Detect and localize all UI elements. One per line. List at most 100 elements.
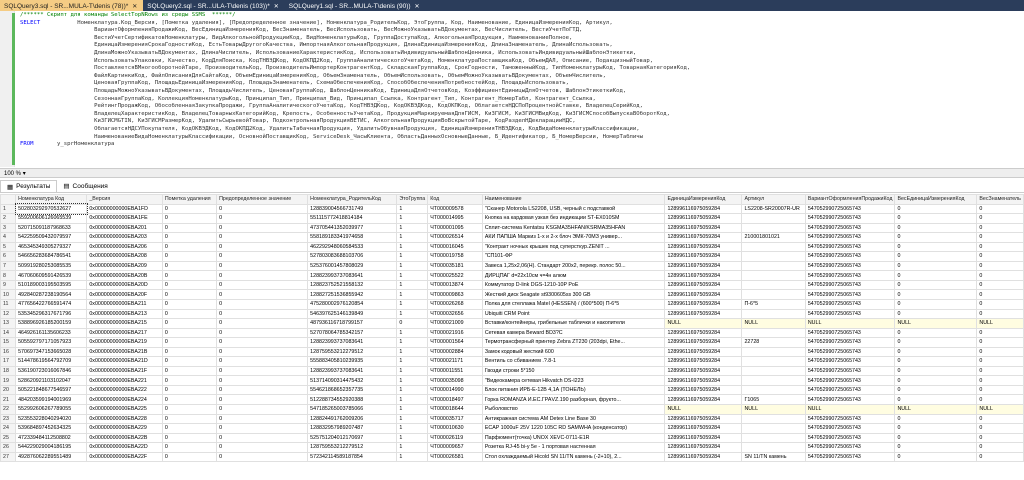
table-cell[interactable]: 0x00000000000EBA20D: [86, 279, 163, 291]
table-cell[interactable]: 0: [396, 318, 429, 329]
table-cell[interactable]: ЧТ000035181: [427, 260, 483, 272]
table-cell[interactable]: 0: [976, 375, 1024, 386]
close-icon[interactable]: ✕: [132, 3, 137, 10]
table-cell[interactable]: 536190723016067846: [15, 365, 88, 377]
table-cell[interactable]: Сетевая камера Beward BD3?C: [481, 327, 666, 339]
table-cell[interactable]: ЧТ000001095: [427, 222, 483, 234]
row-number[interactable]: 25: [0, 432, 17, 444]
table-cell[interactable]: 0: [216, 384, 309, 396]
table-cell[interactable]: NULL: [741, 318, 806, 329]
table-cell[interactable]: NULL: [976, 404, 1024, 415]
table-cell[interactable]: Парфюмент(точка) UNOX XEVC-0711-E1R: [481, 432, 666, 444]
table-cell[interactable]: 0: [161, 346, 218, 358]
table-cell[interactable]: 128996116975059284: [664, 279, 743, 291]
table-cell[interactable]: 1: [396, 327, 429, 339]
table-cell[interactable]: 0x00000000000EBA209: [86, 260, 163, 272]
table-cell[interactable]: 0: [161, 308, 218, 320]
row-number[interactable]: 16: [0, 346, 17, 358]
table-cell[interactable]: [741, 270, 806, 281]
table-cell[interactable]: 0: [161, 270, 218, 281]
row-number[interactable]: 20: [0, 384, 17, 396]
table-row[interactable]: 23 523553228040294020 0x00000000000EBA228 0…: [0, 413, 1024, 425]
table-cell[interactable]: 0: [216, 203, 309, 215]
table-cell[interactable]: NULL: [804, 404, 896, 415]
table-cell[interactable]: 547052990725065743: [804, 442, 896, 453]
table-cell[interactable]: "Контракт ночных крышек под суперсткур.Z…: [481, 241, 666, 253]
table-row[interactable]: 9 510189003195503595 0x00000000000EBA20D 0 0…: [0, 279, 1024, 291]
table-cell[interactable]: 0x00000000000EBA229: [86, 423, 163, 434]
table-cell[interactable]: Вставки/контейнеры, грибельные таблички …: [481, 318, 666, 329]
table-cell[interactable]: 465345349305279327: [15, 241, 88, 253]
table-cell[interactable]: 552992606267789055: [15, 404, 88, 415]
table-cell[interactable]: 0: [976, 299, 1024, 310]
table-cell[interactable]: Жесткий диск Seagate st9300605ss 300 GB: [481, 289, 666, 300]
table-cell[interactable]: 547185265003785066: [307, 404, 398, 415]
table-cell[interactable]: [741, 384, 806, 396]
table-cell[interactable]: 0: [161, 213, 218, 224]
table-cell[interactable]: 0: [894, 251, 978, 262]
table-cell[interactable]: 1: [396, 356, 429, 367]
table-cell[interactable]: Рыболовство: [481, 404, 666, 415]
table-cell[interactable]: 0: [976, 337, 1024, 348]
table-cell[interactable]: 0: [216, 279, 309, 291]
table-cell[interactable]: 0x00000000000EBA22D: [86, 442, 163, 453]
table-cell[interactable]: 523553228040294020: [15, 413, 88, 425]
row-number[interactable]: 10: [0, 289, 17, 300]
table-cell[interactable]: 475280002976120854: [307, 299, 398, 310]
table-cell[interactable]: 0: [216, 213, 309, 224]
table-cell[interactable]: 128996116975059284: [664, 232, 743, 243]
table-cell[interactable]: 0: [976, 222, 1024, 234]
table-cell[interactable]: 128823993737083641: [307, 337, 398, 348]
table-cell[interactable]: 572342114589187854: [307, 451, 398, 463]
column-header[interactable]: ЕдиницаИзмеренияКод: [664, 194, 743, 205]
column-header[interactable]: Наименование: [481, 194, 666, 205]
table-cell[interactable]: 1: [396, 222, 429, 234]
table-cell[interactable]: 0: [216, 232, 309, 243]
table-cell[interactable]: 464926161135606233: [15, 327, 88, 339]
table-cell[interactable]: 0: [976, 241, 1024, 253]
table-cell[interactable]: 128996116975059284: [664, 375, 743, 386]
table-cell[interactable]: 0: [894, 241, 978, 253]
table-cell[interactable]: ЧТ000014990: [427, 384, 483, 396]
table-cell[interactable]: 527803083688103706: [307, 251, 398, 262]
table-cell[interactable]: 0: [161, 451, 218, 463]
table-cell[interactable]: 473705441352039977: [307, 222, 398, 234]
table-cell[interactable]: 1: [396, 346, 429, 358]
table-cell[interactable]: 0: [216, 260, 309, 272]
table-cell[interactable]: 0: [894, 279, 978, 291]
table-cell[interactable]: 128996116975059284: [664, 394, 743, 406]
table-row[interactable]: 21 484203599194001969 0x00000000000EBA224 0…: [0, 394, 1024, 406]
table-cell[interactable]: "СП101-ФР: [481, 251, 666, 262]
table-cell[interactable]: 0: [976, 442, 1024, 453]
tab-messages[interactable]: ▤ Сообщения: [57, 180, 113, 192]
table-cell[interactable]: 0x00000000000EBA21D: [86, 356, 163, 367]
table-cell[interactable]: 0: [216, 308, 309, 320]
table-row[interactable]: 1 502803292970532627 0x00000000000EBA1FD 0 0…: [0, 203, 1024, 215]
table-cell[interactable]: ЧТ000026581: [427, 451, 483, 463]
table-cell[interactable]: 547052990725065743: [804, 327, 896, 339]
table-cell[interactable]: 462292948060584533: [307, 241, 398, 253]
table-cell[interactable]: 547052990725065743: [804, 423, 896, 434]
table-row[interactable]: 7 509919280253085535 0x00000000000EBA209 0 0…: [0, 260, 1024, 272]
table-cell[interactable]: 547052990725065743: [804, 384, 896, 396]
table-row[interactable]: 3 520715091187968633 0x00000000000EBA201 0 0…: [0, 222, 1024, 234]
table-cell[interactable]: 128996116975059284: [664, 222, 743, 234]
table-cell[interactable]: 505221848677546597: [15, 384, 88, 396]
table-cell[interactable]: ECAP 1000uF 25V 1220 105C RD SAMWHA (кон…: [481, 423, 666, 434]
table-cell[interactable]: 0: [976, 451, 1024, 463]
table-cell[interactable]: 1: [396, 299, 429, 310]
table-cell[interactable]: 512288734552920388: [307, 394, 398, 406]
table-cell[interactable]: 542259509432079597: [15, 232, 88, 243]
table-cell[interactable]: 128832957989207487: [307, 423, 398, 434]
table-cell[interactable]: 1: [396, 394, 429, 406]
table-cell[interactable]: 1: [396, 451, 429, 463]
table-cell[interactable]: 0: [976, 203, 1024, 215]
table-cell[interactable]: 0: [894, 232, 978, 243]
table-row[interactable]: 12 535345296317671796 0x00000000000EBA213 0…: [0, 308, 1024, 320]
table-cell[interactable]: 1: [396, 289, 429, 300]
table-cell[interactable]: [741, 346, 806, 358]
table-cell[interactable]: [741, 222, 806, 234]
table-cell[interactable]: 0: [216, 299, 309, 310]
table-cell[interactable]: 547052990725065743: [804, 394, 896, 406]
table-cell[interactable]: NULL: [741, 404, 806, 415]
